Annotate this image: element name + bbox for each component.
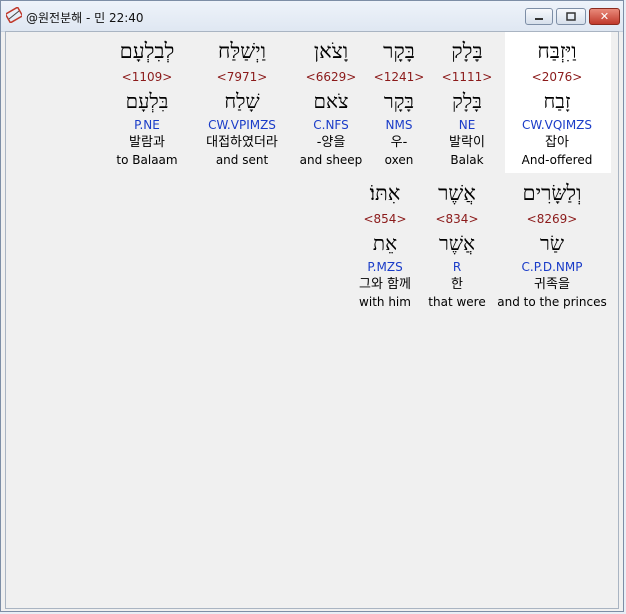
korean-gloss: 발람과	[129, 135, 165, 150]
strong-number: <854>	[363, 212, 407, 226]
strong-number: <1109>	[121, 70, 173, 84]
analysis-pane: וַיִּזְבַּח <2076> זָבַח CW.VQIMZS 잡아 An…	[5, 31, 619, 609]
word-column[interactable]: וַיְשַׁלַּח <7971> שָׁלַח CW.VPIMZS 대접하였…	[187, 34, 297, 168]
hebrew-word: וַיְשַׁלַּח	[218, 39, 266, 63]
morphology-code: P.MZS	[367, 260, 403, 274]
title-bar[interactable]: @원전분해 - 민 22:40 ✕	[1, 1, 623, 32]
close-icon: ✕	[599, 10, 610, 23]
maximize-icon	[566, 12, 576, 21]
close-button[interactable]: ✕	[589, 8, 620, 25]
english-gloss: with him	[359, 295, 411, 309]
minimize-icon	[535, 17, 543, 20]
morphology-code: P.NE	[134, 118, 160, 132]
hebrew-root: אֵת	[372, 231, 398, 255]
minimize-button[interactable]	[525, 8, 553, 25]
app-window: @원전분해 - 민 22:40 ✕ וַיִּזְבַּח <2076> זָב…	[0, 0, 624, 612]
hebrew-root: שָׁלַח	[224, 89, 260, 113]
english-gloss: to Balaam	[116, 153, 178, 167]
korean-gloss: 그와 함께	[359, 277, 411, 292]
word-column[interactable]: לְבִלְעָם <1109> בִּלְעָם P.NE 발람과 to Ba…	[92, 34, 202, 168]
hebrew-root: בִּלְעָם	[125, 89, 169, 113]
strong-number: <7971>	[216, 70, 268, 84]
word-column[interactable]: אִתּוֹ׃ <854> אֵת P.MZS 그와 함께 with him	[330, 176, 440, 310]
hebrew-word: לְבִלְעָם	[119, 39, 175, 63]
korean-gloss: 대접하였더라	[206, 135, 278, 150]
morphology-code: CW.VPIMZS	[208, 118, 276, 132]
maximize-button[interactable]	[556, 8, 586, 25]
hebrew-word: אִתּוֹ׃	[369, 181, 401, 205]
app-logo-icon	[6, 7, 22, 23]
window-title: @원전분해 - 민 22:40	[26, 11, 144, 25]
english-gloss: and sent	[215, 153, 269, 167]
